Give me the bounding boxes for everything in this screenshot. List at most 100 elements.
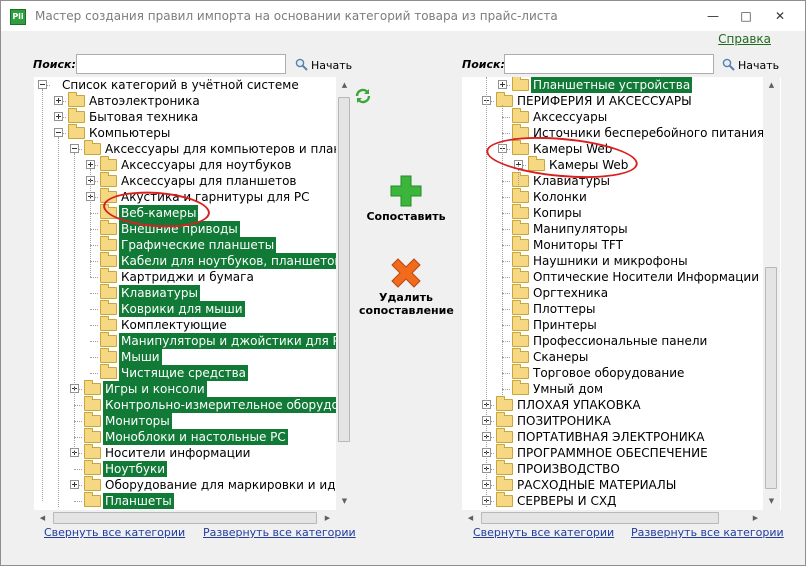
left-start-search-button[interactable]: Начать [295, 58, 352, 72]
tree-row[interactable]: Носители информации [34, 444, 353, 461]
tree-row[interactable]: ПЛОХАЯ УПАКОВКА [462, 396, 781, 413]
tree-row[interactable]: Оргтехника [462, 284, 781, 301]
tree-row[interactable]: ПОРТАТИВНАЯ ЭЛЕКТРОНИКА [462, 428, 781, 445]
tree-row[interactable]: Планшеты [34, 492, 353, 509]
tree-row[interactable]: Оптические Носители Информации [462, 268, 781, 285]
expand-plus-icon[interactable] [54, 96, 63, 105]
maximize-button[interactable]: □ [731, 7, 761, 25]
scroll-thumb[interactable] [53, 512, 317, 524]
tree-row[interactable]: РАСХОДНЫЕ МАТЕРИАЛЫ [462, 476, 781, 493]
tree-row[interactable]: ПРОГРАММНОЕ ОБЕСПЕЧЕНИЕ [462, 444, 781, 461]
folder-icon [100, 332, 117, 347]
tree-connector [502, 277, 510, 278]
folder-icon [68, 108, 85, 123]
tree-row[interactable]: Профессиональные панели [462, 332, 781, 349]
tree-row[interactable]: ПРОИЗВОДСТВО [462, 460, 781, 477]
tree-connector [502, 117, 510, 118]
tree-row[interactable]: Чистящие средства [34, 364, 353, 381]
tree-row[interactable]: Сканеры [462, 348, 781, 365]
tree-row[interactable]: Мыши [34, 348, 353, 365]
tree-row[interactable]: Умный дом [462, 380, 781, 397]
tree-item-label: Плоттеры [533, 302, 596, 316]
minimize-button[interactable]: — [698, 7, 728, 25]
scroll-up-arrow-icon[interactable]: ▲ [763, 77, 780, 94]
tree-row[interactable]: Моноблоки и настольные РС [34, 428, 353, 445]
right-collapse-all-link[interactable]: Свернуть все категории [473, 526, 614, 539]
right-expand-all-link[interactable]: Развернуть все категории [631, 526, 784, 539]
close-button[interactable]: ✕ [765, 7, 795, 25]
tree-row[interactable]: Копиры [462, 204, 781, 221]
tree-row[interactable]: Аксессуары для компьютеров и планшетов [34, 140, 353, 157]
scroll-down-arrow-icon[interactable]: ▼ [763, 493, 780, 510]
left-horizontal-scrollbar[interactable]: ◀ ▶ [34, 510, 353, 527]
tree-row[interactable]: ПЕРИФЕРИЯ И АКСЕССУАРЫ [462, 92, 781, 109]
scroll-thumb[interactable] [338, 97, 350, 442]
tree-row[interactable]: Контрольно-измерительное оборудова [34, 396, 353, 413]
delete-match-button[interactable]: Удалить сопоставление [359, 257, 454, 319]
tree-row[interactable]: Автоэлектроника [34, 92, 353, 109]
tree-row[interactable]: Аксессуары для ноутбуков [34, 156, 353, 173]
tree-row[interactable]: Компьютеры [34, 124, 353, 141]
folder-icon [496, 396, 513, 411]
tree-row[interactable]: Комплектующие [34, 316, 353, 333]
tree-row[interactable]: Принтеры [462, 316, 781, 333]
tree-row[interactable]: Мониторы TFT [462, 236, 781, 253]
tree-item-label: РАСХОДНЫЕ МАТЕРИАЛЫ [517, 478, 677, 492]
scroll-left-arrow-icon[interactable]: ◀ [34, 510, 51, 527]
tree-row[interactable]: Оборудование для маркировки и идент [34, 476, 353, 493]
right-start-search-button[interactable]: Начать [722, 58, 779, 72]
tree-item-label: Список категорий в учётной системе [62, 78, 299, 92]
refresh-icon[interactable] [354, 87, 372, 105]
tree-row[interactable]: Манипуляторы [462, 220, 781, 237]
tree-row[interactable]: Клавиатуры [34, 284, 353, 301]
tree-row[interactable]: ПОЗИТРОНИКА [462, 412, 781, 429]
scroll-thumb[interactable] [765, 267, 777, 489]
right-search-input[interactable] [504, 54, 714, 74]
tree-row[interactable]: Игры и консоли [34, 380, 353, 397]
folder-icon [496, 444, 513, 459]
scroll-left-arrow-icon[interactable]: ◀ [462, 510, 479, 527]
tree-row[interactable]: Кабели для ноутбуков, планшетов и [34, 252, 353, 269]
tree-row[interactable]: Колонки [462, 188, 781, 205]
tree-row[interactable]: Коврики для мыши [34, 300, 353, 317]
tree-guide-line [42, 89, 43, 501]
tree-row[interactable]: Манипуляторы и джойстики для РС [34, 332, 353, 349]
tree-row[interactable]: Торговое оборудование [462, 364, 781, 381]
left-expand-all-link[interactable]: Развернуть все категории [203, 526, 356, 539]
scroll-right-arrow-icon[interactable]: ▶ [319, 510, 336, 527]
tree-row[interactable]: Наушники и микрофоны [462, 252, 781, 269]
help-link[interactable]: Справка [718, 32, 771, 46]
left-search-input[interactable] [76, 54, 286, 74]
match-button[interactable]: Сопоставить [365, 173, 447, 233]
collapse-minus-icon[interactable] [54, 128, 63, 137]
expand-plus-icon[interactable] [86, 160, 95, 169]
right-vertical-scrollbar[interactable]: ▲ ▼ [763, 77, 780, 510]
tree-row[interactable]: Аксессуары [462, 108, 781, 125]
tree-row[interactable]: Аксессуары для планшетов [34, 172, 353, 189]
tree-row[interactable]: Список категорий в учётной системе [34, 77, 353, 93]
expand-plus-icon[interactable] [54, 112, 63, 121]
tree-row[interactable]: Графические планшеты [34, 236, 353, 253]
expand-plus-icon[interactable] [70, 480, 79, 489]
scroll-up-arrow-icon[interactable]: ▲ [336, 77, 353, 94]
tree-row[interactable]: Бытовая техника [34, 108, 353, 125]
tree-row[interactable]: Плоттеры [462, 300, 781, 317]
scroll-thumb[interactable] [481, 512, 719, 524]
tree-row[interactable]: СЕРВЕРЫ И СХД [462, 492, 781, 509]
collapse-minus-icon[interactable] [38, 80, 47, 89]
left-collapse-all-link[interactable]: Свернуть все категории [44, 526, 185, 539]
tree-row[interactable]: Картриджи и бумага [34, 268, 353, 285]
right-horizontal-scrollbar[interactable]: ◀ ▶ [462, 510, 781, 527]
tree-connector [502, 357, 510, 358]
tree-row[interactable]: Ноутбуки [34, 460, 353, 477]
folder-icon [100, 252, 117, 267]
tree-row[interactable]: Клавиатуры [462, 172, 781, 189]
collapse-minus-icon[interactable] [70, 144, 79, 153]
tree-row[interactable]: Мониторы [34, 412, 353, 429]
left-vertical-scrollbar[interactable]: ▲ ▼ [336, 77, 353, 510]
scroll-right-arrow-icon[interactable]: ▶ [747, 510, 764, 527]
tree-row[interactable]: Планшетные устройства [462, 77, 781, 93]
left-category-tree[interactable]: Список категорий в учётной системе Автоэл… [34, 77, 353, 510]
expand-plus-icon[interactable] [498, 80, 507, 89]
scroll-down-arrow-icon[interactable]: ▼ [336, 493, 353, 510]
